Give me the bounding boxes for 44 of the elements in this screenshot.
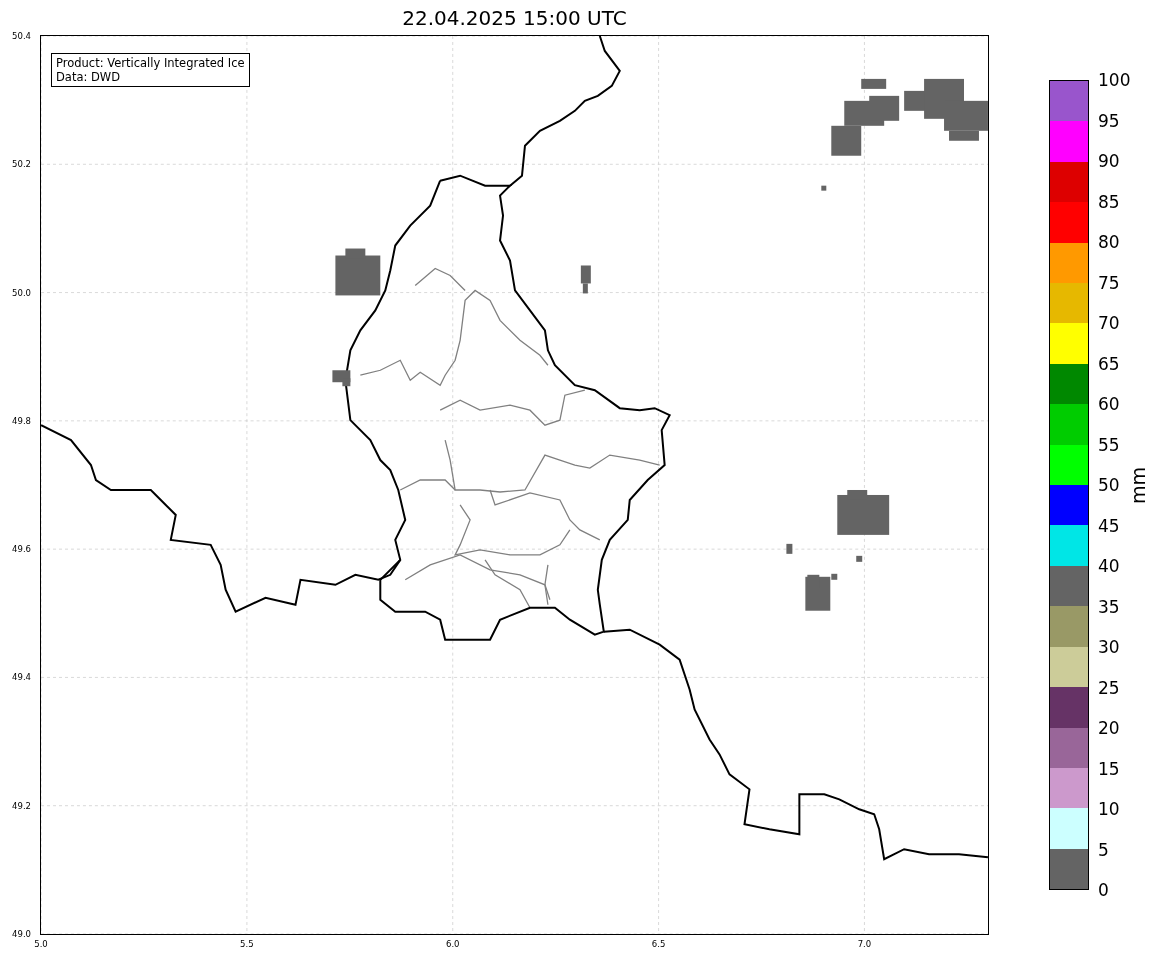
colorbar-tick-label: 0 xyxy=(1098,881,1109,899)
colorbar-tick-label: 100 xyxy=(1098,71,1131,89)
y-tick-label: 49.2 xyxy=(12,801,31,810)
y-tick-label: 49.0 xyxy=(12,929,31,939)
colorbar-tick-label: 10 xyxy=(1098,800,1120,818)
colorbar-unit-label: mm xyxy=(1129,466,1149,504)
colorbar-tick-label: 60 xyxy=(1098,395,1120,413)
info-text: Product: Vertically Integrated Ice xyxy=(56,56,245,70)
map-title: 22.04.2025 15:00 UTC xyxy=(402,7,627,28)
y-tick-label: 50.2 xyxy=(12,160,31,169)
radar-echo xyxy=(786,543,793,554)
colorbar-tick-label: 15 xyxy=(1098,760,1120,777)
y-tick-label: 50.4 xyxy=(12,31,31,41)
colorbar-tick-label: 70 xyxy=(1098,314,1120,332)
colorbar-tick-label: 65 xyxy=(1098,355,1120,372)
colorbar-tick-label: 45 xyxy=(1098,517,1120,534)
colorbar-tick-label: 75 xyxy=(1098,274,1120,291)
x-tick-label: 5.0 xyxy=(34,940,48,949)
y-tick-label: 49.4 xyxy=(12,673,31,682)
colorbar-tick-label: 80 xyxy=(1098,233,1120,251)
x-tick-label: 7.0 xyxy=(857,940,872,949)
radar-echo xyxy=(869,95,900,121)
colorbar-tick-label: 85 xyxy=(1098,193,1120,210)
radar-echo xyxy=(831,125,862,156)
colorbar-tick-label: 20 xyxy=(1098,719,1120,737)
x-tick-label: 6.0 xyxy=(445,940,460,949)
colorbar-tick-label: 55 xyxy=(1098,436,1120,453)
colorbar-tick-label: 5 xyxy=(1098,841,1109,858)
radar-echo xyxy=(821,185,827,191)
y-tick-label: 49.8 xyxy=(12,416,31,426)
x-tick-label: 6.5 xyxy=(651,940,666,949)
colorbar-tick-label: 25 xyxy=(1098,679,1120,696)
radar-echo xyxy=(861,78,887,89)
y-tick-label: 50.0 xyxy=(12,288,31,297)
x-tick-label: 5.5 xyxy=(240,940,254,949)
colorbar-tick-label: 30 xyxy=(1098,638,1120,656)
colorbar-tick-label: 50 xyxy=(1098,476,1120,494)
colorbar-tick-label: 90 xyxy=(1098,152,1120,170)
colorbar-tick-label: 95 xyxy=(1098,112,1120,129)
colorbar-tick-label: 35 xyxy=(1098,598,1120,615)
y-tick-label: 49.6 xyxy=(12,544,31,554)
radar-echo xyxy=(856,555,863,562)
colorbar-tick-label: 40 xyxy=(1098,557,1120,575)
info-text: Data: DWD xyxy=(56,70,122,84)
